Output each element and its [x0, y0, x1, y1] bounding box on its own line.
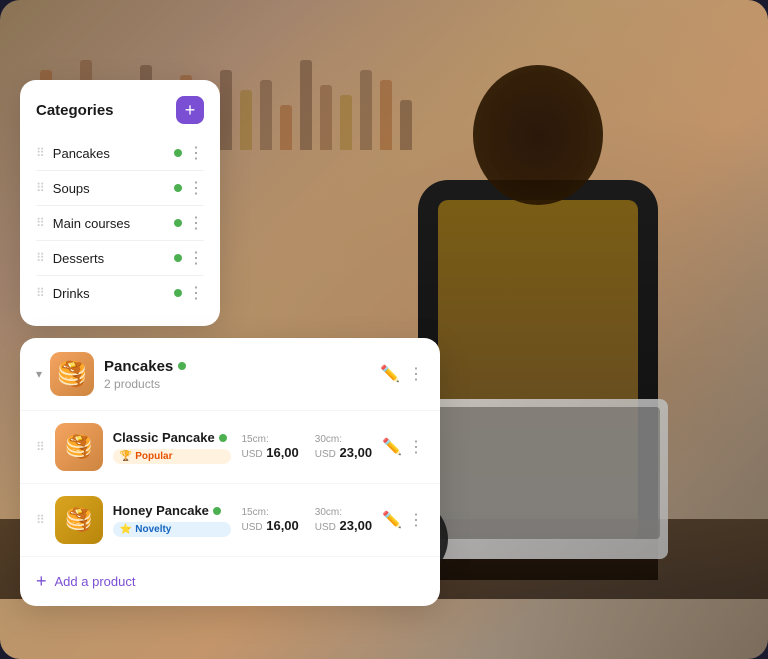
category-item-main-courses[interactable]: ⠿ Main courses ⋮: [36, 206, 204, 241]
size-label: 30cm:: [315, 434, 372, 445]
products-count: 2 products: [104, 377, 380, 391]
add-product-plus-icon: +: [36, 571, 47, 592]
size-label: 15cm:: [241, 507, 298, 518]
product-thumbnail-classic: 🥞: [55, 423, 103, 471]
active-dot: [174, 184, 182, 192]
drag-handle-icon: ⠿: [36, 286, 45, 300]
product-badge-novelty: ⭐ Novelty: [113, 522, 232, 537]
product-details-honey: Honey Pancake ⭐ Novelty: [113, 503, 232, 537]
product-row-actions: ✏️ ⋮: [382, 437, 424, 457]
category-item-pancakes[interactable]: ⠿ Pancakes ⋮: [36, 136, 204, 171]
category-name: Soups: [53, 181, 168, 196]
more-options-icon[interactable]: ⋮: [188, 143, 204, 163]
category-item-desserts[interactable]: ⠿ Desserts ⋮: [36, 241, 204, 276]
product-drag-handle-icon: ⠿: [36, 513, 45, 527]
product-active-dot: [213, 507, 221, 515]
award-icon: 🏆: [120, 451, 132, 462]
laptop: [418, 399, 668, 559]
edit-product-icon[interactable]: ✏️: [382, 437, 402, 457]
add-product-label: Add a product: [55, 574, 136, 589]
active-dot: [174, 149, 182, 157]
laptop-screen: [426, 407, 660, 539]
product-prices-classic: 15cm: USD 16,00 30cm: USD 23,00: [241, 434, 372, 460]
category-name: Pancakes: [53, 146, 168, 161]
more-product-options-icon[interactable]: ⋮: [408, 437, 424, 457]
more-product-options-icon[interactable]: ⋮: [408, 510, 424, 530]
active-dot: [174, 219, 182, 227]
hair-shape: [473, 65, 603, 205]
size-label: 15cm:: [241, 434, 298, 445]
collapse-button[interactable]: ▾: [36, 367, 42, 381]
more-options-icon[interactable]: ⋮: [188, 248, 204, 268]
price-amount: USD 23,00: [315, 445, 372, 460]
category-name: Desserts: [53, 251, 168, 266]
product-active-dot: [219, 434, 227, 442]
category-name: Drinks: [53, 286, 168, 301]
products-info: Pancakes 2 products: [104, 358, 380, 391]
active-status-dot: [178, 362, 186, 370]
categories-card: Categories + ⠿ Pancakes ⋮ ⠿ Soups ⋮ ⠿ Ma…: [20, 80, 220, 326]
products-header: ▾ 🥞 Pancakes 2 products ✏️ ⋮: [20, 338, 440, 411]
price-amount: USD 16,00: [241, 518, 298, 533]
drag-handle-icon: ⠿: [36, 146, 45, 160]
star-icon: ⭐: [120, 524, 132, 535]
category-thumbnail: 🥞: [50, 352, 94, 396]
drag-handle-icon: ⠿: [36, 216, 45, 230]
categories-title: Categories: [36, 102, 114, 119]
category-item-soups[interactable]: ⠿ Soups ⋮: [36, 171, 204, 206]
size-label: 30cm:: [315, 507, 372, 518]
product-prices-honey: 15cm: USD 16,00 30cm: USD 23,00: [241, 507, 372, 533]
products-category-name: Pancakes: [104, 358, 380, 375]
more-options-icon[interactable]: ⋮: [408, 364, 424, 384]
product-row-classic: ⠿ 🥞 Classic Pancake 🏆 Popular 15cm: USD: [20, 411, 440, 484]
price-30cm: 30cm: USD 23,00: [315, 507, 372, 533]
category-item-drinks[interactable]: ⠿ Drinks ⋮: [36, 276, 204, 310]
more-options-icon[interactable]: ⋮: [188, 283, 204, 303]
drag-handle-icon: ⠿: [36, 181, 45, 195]
edit-category-icon[interactable]: ✏️: [380, 364, 400, 384]
ui-container: Categories + ⠿ Pancakes ⋮ ⠿ Soups ⋮ ⠿ Ma…: [20, 80, 440, 606]
header-actions: ✏️ ⋮: [380, 364, 424, 384]
product-badge-popular: 🏆 Popular: [113, 449, 232, 464]
product-drag-handle-icon: ⠿: [36, 440, 45, 454]
categories-header: Categories +: [36, 96, 204, 124]
drag-handle-icon: ⠿: [36, 251, 45, 265]
products-card: ▾ 🥞 Pancakes 2 products ✏️ ⋮ ⠿ 🥞 Classic…: [20, 338, 440, 606]
more-options-icon[interactable]: ⋮: [188, 213, 204, 233]
price-amount: USD 23,00: [315, 518, 372, 533]
add-category-button[interactable]: +: [176, 96, 204, 124]
more-options-icon[interactable]: ⋮: [188, 178, 204, 198]
product-thumbnail-honey: 🥞: [55, 496, 103, 544]
edit-product-icon[interactable]: ✏️: [382, 510, 402, 530]
product-row-honey: ⠿ 🥞 Honey Pancake ⭐ Novelty 15cm: USD 16…: [20, 484, 440, 557]
product-row-actions: ✏️ ⋮: [382, 510, 424, 530]
product-details-classic: Classic Pancake 🏆 Popular: [113, 430, 232, 464]
add-product-row[interactable]: + Add a product: [20, 557, 440, 606]
price-amount: USD 16,00: [241, 445, 298, 460]
active-dot: [174, 254, 182, 262]
product-name-honey: Honey Pancake: [113, 503, 232, 518]
category-name: Main courses: [53, 216, 168, 231]
price-15cm: 15cm: USD 16,00: [241, 507, 298, 533]
price-15cm: 15cm: USD 16,00: [241, 434, 298, 460]
active-dot: [174, 289, 182, 297]
product-name-classic: Classic Pancake: [113, 430, 232, 445]
price-30cm: 30cm: USD 23,00: [315, 434, 372, 460]
